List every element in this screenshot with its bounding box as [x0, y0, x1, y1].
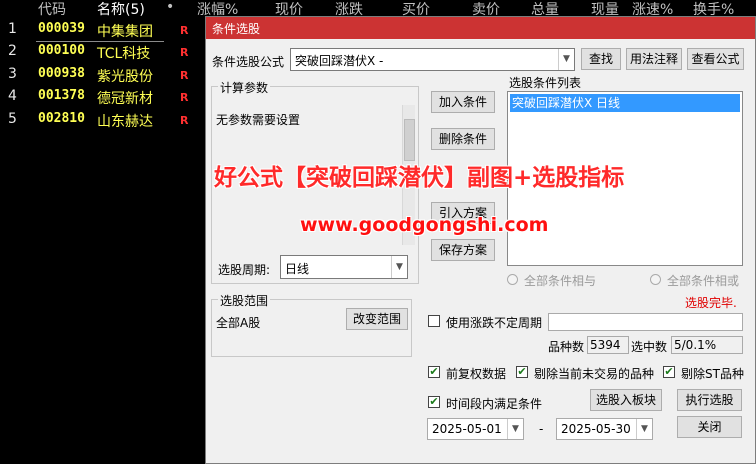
- chevron-down-icon[interactable]: ▼: [636, 419, 652, 439]
- radio-or[interactable]: [650, 274, 661, 285]
- chevron-down-icon[interactable]: ▼: [507, 419, 523, 439]
- range-group-title: 选股范围: [218, 292, 271, 309]
- view-formula-button[interactable]: 查看公式: [687, 48, 744, 70]
- stock-row[interactable]: 4 001378 德冠新材 R: [0, 88, 210, 110]
- exclude-st-checkbox[interactable]: ✔: [663, 366, 675, 378]
- pre-adjust-label: 前复权数据: [446, 367, 507, 381]
- row-selection-underline: [36, 41, 164, 42]
- params-text: 无参数需要设置: [216, 113, 301, 127]
- date-from-value: 2025-05-01: [432, 422, 502, 436]
- period-select[interactable]: 日线 ▼: [280, 255, 408, 279]
- dialog-title-bar[interactable]: 条件选股: [206, 17, 755, 39]
- date-to-picker[interactable]: 2025-05-30 ▼: [556, 418, 653, 440]
- margin-flag-badge: R: [180, 69, 189, 82]
- count-field: 5394: [587, 336, 629, 354]
- exclude-st-label: 剔除ST品种: [681, 367, 744, 381]
- chevron-down-icon[interactable]: ▼: [391, 256, 407, 278]
- stock-row[interactable]: 2 000100 TCL科技 R: [0, 43, 210, 65]
- date-to-value: 2025-05-30: [561, 422, 631, 436]
- add-condition-button[interactable]: 加入条件: [431, 91, 495, 113]
- chevron-down-icon[interactable]: ▼: [558, 49, 574, 70]
- row-index: 4: [8, 88, 17, 104]
- row-index: 5: [8, 111, 17, 127]
- exclude-no-trade-checkbox[interactable]: ✔: [516, 366, 528, 378]
- row-index: 2: [8, 43, 17, 59]
- stock-row[interactable]: 1 000039 中集集团 R: [0, 21, 210, 43]
- selected-label: 选中数: [631, 340, 668, 354]
- stock-name: 紫光股份: [97, 69, 153, 85]
- stock-name: 德冠新材: [97, 91, 153, 107]
- period-label: 选股周期:: [218, 263, 271, 277]
- params-group-title: 计算参数: [218, 79, 271, 96]
- radio-and[interactable]: [507, 274, 518, 285]
- col-dot: •: [166, 0, 175, 15]
- stock-row[interactable]: 5 002810 山东赫达 R: [0, 111, 210, 133]
- scrollbar-thumb[interactable]: [404, 119, 415, 161]
- date-separator: -: [539, 422, 544, 436]
- delete-condition-button[interactable]: 删除条件: [431, 128, 495, 150]
- save-scheme-button[interactable]: 保存方案: [431, 239, 495, 261]
- stock-code: 001378: [38, 88, 85, 103]
- count-label: 品种数: [548, 340, 585, 354]
- time-range-label: 时间段内满足条件: [446, 397, 543, 411]
- range-group: 选股范围 全部A股 改变范围: [211, 292, 412, 357]
- add-to-block-button[interactable]: 选股入板块: [590, 389, 662, 411]
- stock-row[interactable]: 3 000938 紫光股份 R: [0, 66, 210, 88]
- pre-adjust-checkbox[interactable]: ✔: [428, 366, 440, 378]
- stock-name: TCL科技: [97, 46, 151, 62]
- stock-code: 000938: [38, 66, 85, 81]
- use-undetermined-label: 使用涨跌不定周期: [446, 316, 543, 330]
- promo-url: www.goodgongshi.com: [300, 214, 549, 236]
- stock-code: 000100: [38, 43, 85, 58]
- dialog-title: 条件选股: [212, 22, 261, 36]
- exclude-no-trade-label: 剔除当前未交易的品种: [534, 367, 655, 381]
- stock-screener-dialog: 条件选股 条件选股公式 突破回踩潜伏X - ▼ 查找 用法注释 查看公式 计算参…: [205, 16, 756, 464]
- use-undetermined-checkbox[interactable]: [428, 315, 440, 327]
- margin-flag-badge: R: [180, 24, 189, 37]
- close-button[interactable]: 关闭: [677, 416, 742, 438]
- formula-select[interactable]: 突破回踩潜伏X - ▼: [290, 48, 575, 71]
- run-screening-button[interactable]: 执行选股: [677, 389, 742, 411]
- range-value: 全部A股: [216, 316, 261, 330]
- row-index: 3: [8, 66, 17, 82]
- period-value: 日线: [285, 262, 310, 276]
- col-name[interactable]: 名称(5): [97, 0, 145, 19]
- selected-field: 5/0.1%: [671, 336, 743, 354]
- stock-name: 中集集团: [97, 24, 153, 40]
- margin-flag-badge: R: [180, 91, 189, 104]
- date-from-picker[interactable]: 2025-05-01 ▼: [427, 418, 524, 440]
- radio-or-label: 全部条件相或: [667, 274, 740, 288]
- change-range-button[interactable]: 改变范围: [346, 308, 408, 330]
- find-button[interactable]: 查找: [581, 48, 621, 70]
- formula-value: 突破回踩潜伏X -: [295, 54, 384, 68]
- condition-list-label: 选股条件列表: [509, 76, 582, 90]
- selected-value: 5/0.1%: [674, 338, 717, 352]
- time-range-checkbox[interactable]: ✔: [428, 396, 440, 408]
- stock-code: 000039: [38, 21, 85, 36]
- formula-label: 条件选股公式: [212, 55, 285, 69]
- count-value: 5394: [590, 338, 621, 352]
- margin-flag-badge: R: [180, 46, 189, 59]
- margin-flag-badge: R: [180, 114, 189, 127]
- usage-notes-button[interactable]: 用法注释: [626, 48, 682, 70]
- status-text: 选股完毕.: [685, 296, 737, 310]
- stock-code: 002810: [38, 111, 85, 126]
- stock-name: 山东赫达: [97, 114, 153, 130]
- row-index: 1: [8, 21, 17, 37]
- condition-list-item[interactable]: 突破回踩潜伏X 日线: [510, 94, 740, 112]
- promo-headline: 好公式【突破回踩潜伏】副图+选股指标: [214, 165, 625, 191]
- radio-and-label: 全部条件相与: [524, 274, 597, 288]
- col-code[interactable]: 代码: [38, 0, 66, 19]
- undetermined-field[interactable]: [548, 313, 743, 331]
